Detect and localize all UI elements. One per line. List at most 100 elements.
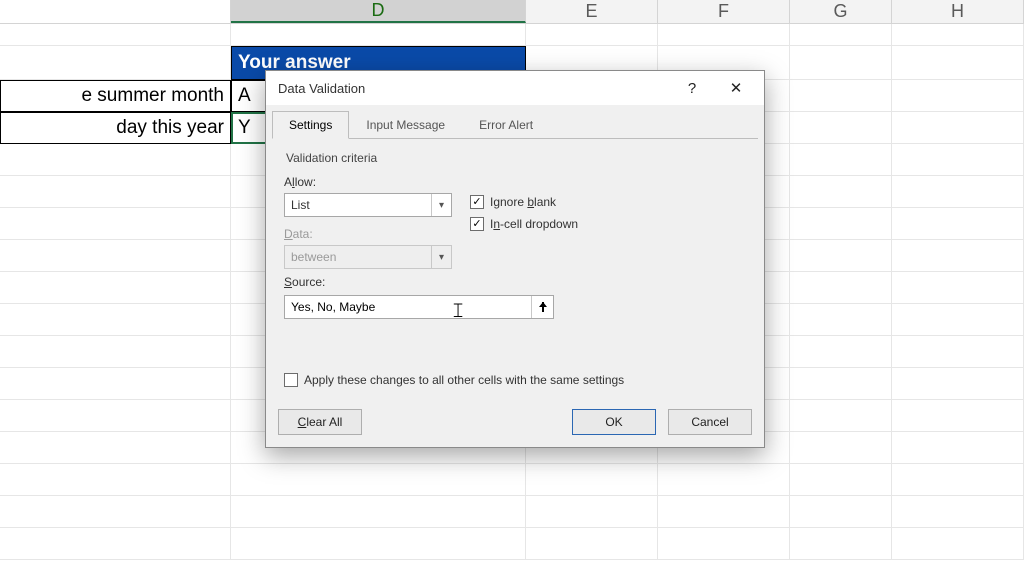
checkbox-checked-icon: ✓ [470, 195, 484, 209]
dialog-title: Data Validation [278, 81, 670, 96]
allow-combobox[interactable]: List ▾ [284, 193, 452, 217]
column-header-f[interactable]: F [658, 0, 790, 23]
tab-settings[interactable]: Settings [272, 111, 349, 139]
cell[interactable] [0, 496, 231, 528]
cell-question-1[interactable]: e summer month [0, 80, 231, 112]
cell[interactable] [790, 400, 892, 432]
cell[interactable] [892, 400, 1024, 432]
cell[interactable] [658, 528, 790, 560]
data-value: between [285, 250, 431, 264]
cell[interactable] [892, 46, 1024, 80]
cell[interactable] [0, 24, 231, 46]
data-validation-dialog: Data Validation ? ✕ Settings Input Messa… [265, 70, 765, 448]
ignore-blank-checkbox[interactable]: ✓ Ignore blank [470, 195, 578, 209]
cell[interactable] [892, 464, 1024, 496]
cell[interactable] [892, 496, 1024, 528]
column-header-e[interactable]: E [526, 0, 658, 23]
cell[interactable] [658, 464, 790, 496]
cell[interactable] [0, 400, 231, 432]
cell[interactable] [526, 464, 658, 496]
cell[interactable] [892, 432, 1024, 464]
data-combobox: between ▾ [284, 245, 452, 269]
cell[interactable] [658, 496, 790, 528]
cell[interactable] [790, 304, 892, 336]
cell[interactable] [892, 304, 1024, 336]
cell[interactable] [790, 464, 892, 496]
dialog-tabs: Settings Input Message Error Alert [266, 105, 764, 139]
in-cell-dropdown-checkbox[interactable]: ✓ In-cell dropdown [470, 217, 578, 231]
cell[interactable] [790, 80, 892, 112]
chevron-down-icon: ▾ [431, 246, 451, 268]
source-field[interactable] [284, 295, 554, 319]
cell[interactable] [790, 24, 892, 46]
cell[interactable] [790, 46, 892, 80]
cell[interactable] [0, 272, 231, 304]
clear-all-button[interactable]: Clear All [278, 409, 362, 435]
column-header-g[interactable]: G [790, 0, 892, 23]
cell[interactable] [790, 528, 892, 560]
cell[interactable] [790, 208, 892, 240]
cell[interactable] [658, 24, 790, 46]
cell[interactable] [0, 336, 231, 368]
cell[interactable] [790, 240, 892, 272]
cell-question-2[interactable]: day this year [0, 112, 231, 144]
help-button[interactable]: ? [670, 73, 714, 103]
in-cell-dropdown-label: In-cell dropdown [490, 217, 578, 231]
cell[interactable] [892, 240, 1024, 272]
cell[interactable] [790, 496, 892, 528]
cell[interactable] [892, 368, 1024, 400]
cell[interactable] [892, 112, 1024, 144]
cell[interactable] [892, 272, 1024, 304]
cell[interactable] [790, 368, 892, 400]
cell[interactable] [0, 368, 231, 400]
cell[interactable] [0, 432, 231, 464]
cell[interactable] [526, 24, 658, 46]
cell[interactable] [0, 304, 231, 336]
cell[interactable] [790, 112, 892, 144]
cell[interactable] [892, 24, 1024, 46]
cell[interactable] [231, 496, 526, 528]
dialog-body: Validation criteria Allow: List ▾ Data: … [266, 139, 764, 399]
range-picker-button[interactable] [531, 296, 553, 318]
cell[interactable] [231, 24, 526, 46]
cell[interactable] [0, 464, 231, 496]
column-header-d[interactable]: D [231, 0, 526, 23]
cell[interactable] [790, 272, 892, 304]
cell[interactable] [790, 336, 892, 368]
cell[interactable] [0, 144, 231, 176]
ok-button[interactable]: OK [572, 409, 656, 435]
cell[interactable] [790, 144, 892, 176]
column-header-h[interactable]: H [892, 0, 1024, 23]
cell[interactable] [231, 528, 526, 560]
tab-input-message[interactable]: Input Message [349, 111, 462, 139]
cell[interactable] [0, 528, 231, 560]
tab-error-alert[interactable]: Error Alert [462, 111, 550, 139]
ignore-blank-label: Ignore blank [490, 195, 556, 209]
cell[interactable] [790, 432, 892, 464]
range-picker-icon [538, 302, 548, 312]
cell[interactable] [0, 46, 231, 80]
checkbox-checked-icon: ✓ [470, 217, 484, 231]
cell[interactable] [790, 176, 892, 208]
close-button[interactable]: ✕ [714, 73, 758, 103]
cell[interactable] [231, 464, 526, 496]
cell[interactable] [892, 176, 1024, 208]
cell[interactable] [0, 176, 231, 208]
cell[interactable] [892, 144, 1024, 176]
cell[interactable] [892, 528, 1024, 560]
cell[interactable] [892, 208, 1024, 240]
cell[interactable] [892, 80, 1024, 112]
apply-all-checkbox[interactable]: Apply these changes to all other cells w… [284, 373, 746, 387]
source-input[interactable] [285, 300, 531, 314]
cell[interactable] [526, 496, 658, 528]
cell[interactable] [0, 208, 231, 240]
data-label: Data: [284, 227, 452, 241]
column-header-blank[interactable] [0, 0, 231, 23]
apply-all-label: Apply these changes to all other cells w… [304, 373, 624, 387]
close-icon: ✕ [730, 79, 743, 97]
dialog-titlebar[interactable]: Data Validation ? ✕ [266, 71, 764, 105]
cell[interactable] [526, 528, 658, 560]
cell[interactable] [0, 240, 231, 272]
cancel-button[interactable]: Cancel [668, 409, 752, 435]
cell[interactable] [892, 336, 1024, 368]
